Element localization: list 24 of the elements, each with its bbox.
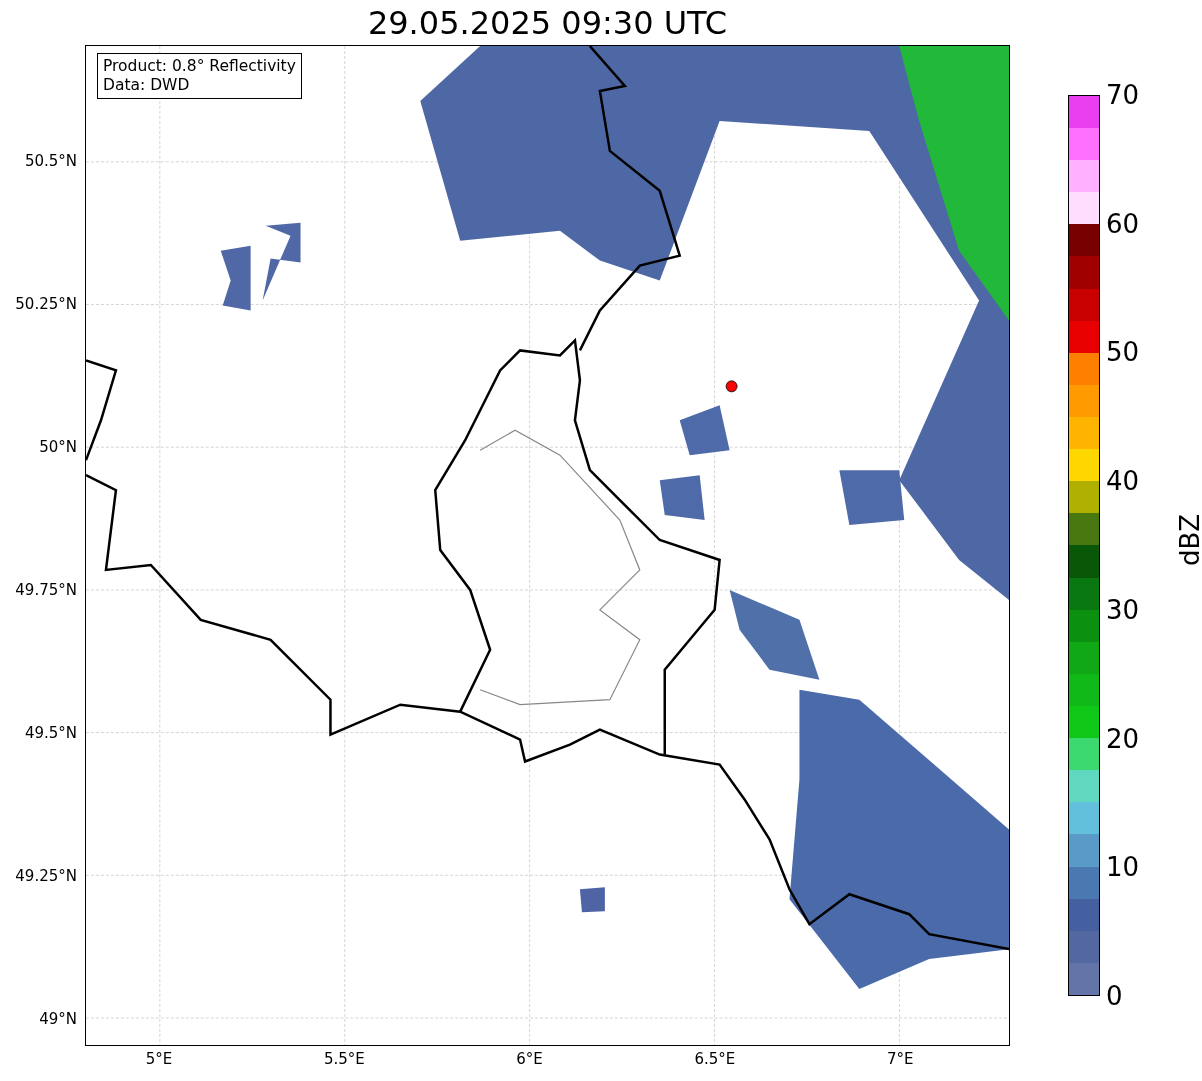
y-tick-label: 50.5°N	[24, 152, 77, 170]
y-tick-label: 49.75°N	[15, 581, 77, 599]
colorbar-tick-label: 50	[1106, 337, 1140, 368]
colorbar-tick-label: 10	[1106, 852, 1140, 883]
y-tick-label: 49°N	[39, 1010, 77, 1028]
colorbar-tick-label: 20	[1106, 723, 1140, 754]
y-tick-label: 50°N	[39, 438, 77, 456]
y-tick-label: 49.25°N	[15, 867, 77, 885]
x-tick-label: 7°E	[886, 1050, 914, 1068]
colorbar-tick-label: 30	[1106, 594, 1140, 625]
x-tick-label: 5.5°E	[323, 1050, 365, 1068]
info-text: Product: 0.8° Reflectivity	[103, 57, 296, 76]
chart-title: 29.05.2025 09:30 UTC	[367, 3, 728, 42]
x-tick-label: 6.5°E	[694, 1050, 736, 1068]
y-tick-label: 50.25°N	[15, 295, 77, 313]
x-tick-label: 5°E	[145, 1050, 173, 1068]
colorbar-tick-label: 0	[1106, 981, 1123, 1011]
colorbar-label: dBZ	[1175, 513, 1202, 567]
colorbar-tick-label: 60	[1106, 208, 1140, 239]
y-tick-label: 49.5°N	[24, 724, 77, 742]
colorbar-tick-label: 70	[1106, 80, 1140, 110]
x-tick-label: 6°E	[516, 1050, 543, 1068]
colorbar-tick-label: 40	[1106, 466, 1140, 497]
info-text: Data: DWD	[103, 76, 191, 95]
